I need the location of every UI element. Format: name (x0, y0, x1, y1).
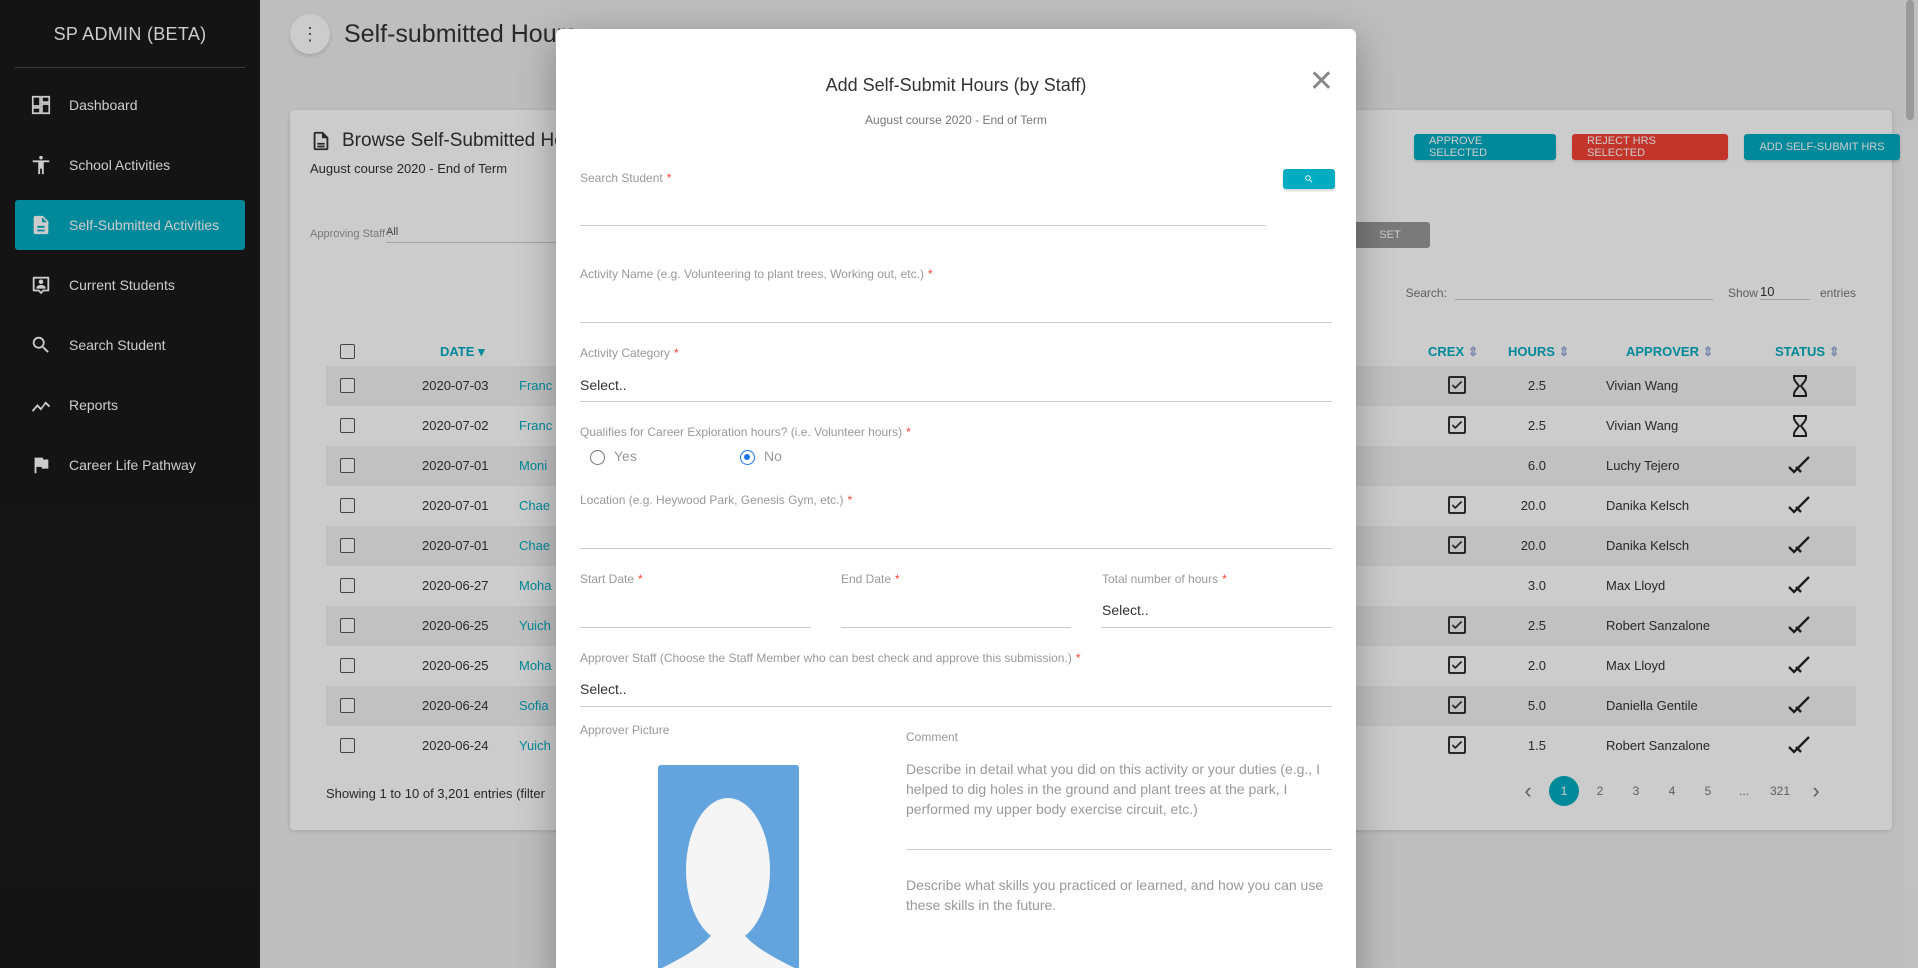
end-date-label: End Date * (841, 572, 900, 586)
location-input[interactable] (580, 548, 1332, 549)
approver-picture-label: Approver Picture (580, 723, 670, 737)
comment-duties-underline (906, 849, 1332, 850)
approver-staff-label: Approver Staff (Choose the Staff Member … (580, 651, 1081, 665)
location-label: Location (e.g. Heywood Park, Genesis Gym… (580, 493, 853, 507)
add-hours-modal: Add Self-Submit Hours (by Staff) August … (556, 29, 1356, 968)
comment-duties-textarea[interactable]: Describe in detail what you did on this … (906, 759, 1336, 819)
activity-name-label: Activity Name (e.g. Volunteering to plan… (580, 267, 933, 281)
search-student-label: Search Student * (580, 171, 672, 185)
radio-no-label: No (764, 448, 782, 464)
total-hours-underline (1102, 627, 1332, 628)
comment-label: Comment (906, 730, 959, 744)
activity-category-label: Activity Category * (580, 346, 679, 360)
search-icon (1305, 175, 1313, 183)
comment-skills-textarea[interactable]: Describe what skills you practiced or le… (906, 875, 1336, 915)
radio-yes[interactable] (590, 450, 605, 465)
start-date-label: Start Date * (580, 572, 643, 586)
career-exploration-label: Qualifies for Career Exploration hours? … (580, 425, 911, 439)
activity-category-select[interactable]: Select.. (580, 377, 627, 393)
approver-staff-select[interactable]: Select.. (580, 681, 627, 697)
start-date-input[interactable] (580, 627, 810, 628)
radio-no[interactable] (740, 450, 755, 465)
person-silhouette-icon (661, 798, 795, 968)
modal-title: Add Self-Submit Hours (by Staff) (825, 75, 1087, 95)
end-date-input[interactable] (841, 627, 1071, 628)
close-icon[interactable]: ✕ (1309, 67, 1334, 97)
total-hours-select[interactable]: Select.. (1102, 602, 1149, 618)
radio-yes-label: Yes (614, 448, 637, 464)
modal-subtitle: August course 2020 - End of Term (865, 113, 1047, 127)
total-hours-label: Total number of hours * (1102, 572, 1227, 586)
search-student-input[interactable] (580, 225, 1266, 226)
avatar (658, 765, 799, 968)
search-student-button[interactable] (1283, 169, 1335, 189)
approver-staff-underline (580, 706, 1332, 707)
activity-name-input[interactable] (580, 322, 1332, 323)
activity-category-underline (580, 401, 1332, 402)
